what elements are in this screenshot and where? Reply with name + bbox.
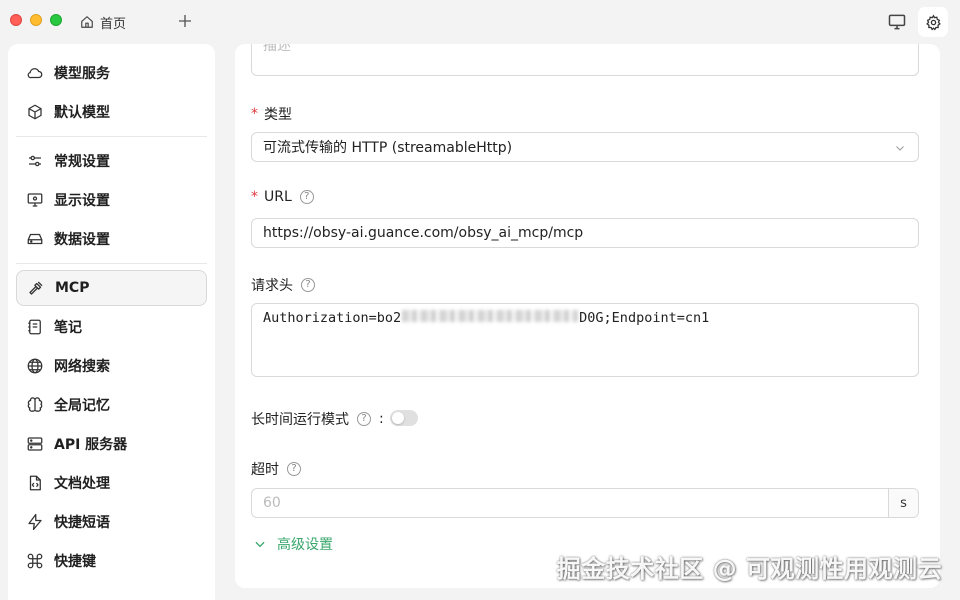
tab-home-label: 首页 xyxy=(100,16,127,32)
url-label-text: URL xyxy=(264,189,292,205)
title-bar: 首页 xyxy=(0,0,960,44)
headers-value-suffix: D0G;Endpoint=cn1 xyxy=(579,310,710,326)
chevron-down-icon xyxy=(255,541,265,548)
timeout-unit: s xyxy=(900,495,907,511)
help-icon[interactable]: ? xyxy=(357,412,371,426)
add-tab-icon[interactable] xyxy=(176,12,194,30)
settings-sidebar: 模型服务 默认模型 常规设置 显示设置 数据设置 MCP 笔记 网络搜索 全局记… xyxy=(8,44,215,600)
tab-home[interactable]: 首页 xyxy=(80,10,126,34)
advanced-settings-label: 高级设置 xyxy=(277,537,333,553)
settings-button[interactable] xyxy=(918,7,948,37)
sidebar-item-general-settings[interactable]: 常规设置 xyxy=(16,143,207,179)
timeout-placeholder: 60 xyxy=(263,495,281,511)
sidebar-item-label: 文档处理 xyxy=(54,476,110,492)
description-field[interactable]: 描述 xyxy=(251,44,919,76)
sidebar-divider xyxy=(16,136,207,137)
sidebar-item-document-processing[interactable]: 文档处理 xyxy=(16,465,207,501)
globe-icon xyxy=(26,357,44,375)
sidebar-item-notes[interactable]: 笔记 xyxy=(16,309,207,345)
timeout-input[interactable]: 60 s xyxy=(251,488,919,518)
sidebar-divider xyxy=(16,263,207,264)
help-icon[interactable]: ? xyxy=(301,278,315,292)
sidebar-item-label: 快捷键 xyxy=(54,554,96,570)
minimize-window-button[interactable] xyxy=(30,14,42,26)
sidebar-item-label: 显示设置 xyxy=(54,193,110,209)
sliders-icon xyxy=(26,152,44,170)
toggle-knob xyxy=(392,412,404,424)
file-code-icon xyxy=(26,474,44,492)
sidebar-item-mcp[interactable]: MCP xyxy=(16,270,207,306)
sidebar-item-label: 默认模型 xyxy=(54,105,110,121)
cube-icon xyxy=(26,103,44,121)
url-input-value: https://obsy-ai.guance.com/obsy_ai_mcp/m… xyxy=(263,225,584,241)
command-icon xyxy=(26,552,44,570)
sidebar-item-label: 模型服务 xyxy=(54,66,110,82)
url-input[interactable]: https://obsy-ai.guance.com/obsy_ai_mcp/m… xyxy=(251,218,919,248)
redacted-token xyxy=(402,310,579,322)
required-mark: * xyxy=(251,106,258,122)
watermark: 掘金技术社区 @ 可观测性用观测云 xyxy=(556,555,942,583)
sidebar-item-model-services[interactable]: 模型服务 xyxy=(16,55,207,91)
server-icon xyxy=(26,435,44,453)
headers-textarea[interactable]: Authorization=bo2 D0G;Endpoint=cn1 xyxy=(251,303,919,377)
gear-icon xyxy=(925,14,941,30)
help-icon[interactable]: ? xyxy=(299,190,314,204)
hammer-icon xyxy=(27,279,45,297)
long-running-label-text: 长时间运行模式 xyxy=(251,412,349,428)
brain-icon xyxy=(26,396,44,414)
sidebar-group-general: 常规设置 显示设置 数据设置 xyxy=(8,143,215,257)
type-select-value: 可流式传输的 HTTP (streamableHttp) xyxy=(263,140,513,156)
sidebar-item-label: 数据设置 xyxy=(54,232,110,248)
sidebar-item-label: 全局记忆 xyxy=(54,398,110,414)
required-mark: * xyxy=(251,189,258,205)
sidebar-item-quick-phrases[interactable]: 快捷短语 xyxy=(16,504,207,540)
advanced-settings-toggle[interactable]: 高级设置 xyxy=(253,534,333,554)
sidebar-item-api-server[interactable]: API 服务器 xyxy=(16,426,207,462)
type-select[interactable]: 可流式传输的 HTTP (streamableHttp) xyxy=(251,132,919,162)
zoom-window-button[interactable] xyxy=(50,14,62,26)
sidebar-item-label: MCP xyxy=(55,280,90,296)
home-icon xyxy=(81,16,93,28)
zap-icon xyxy=(26,513,44,531)
sidebar-group-models: 模型服务 默认模型 xyxy=(8,55,215,130)
sidebar-item-web-search[interactable]: 网络搜索 xyxy=(16,348,207,384)
sidebar-item-display-settings[interactable]: 显示设置 xyxy=(16,182,207,218)
cloud-icon xyxy=(26,64,44,82)
sidebar-item-label: 快捷短语 xyxy=(54,515,110,531)
long-running-toggle[interactable] xyxy=(390,410,418,426)
chevron-down-icon xyxy=(896,146,904,151)
timeout-label-text: 超时 xyxy=(251,462,279,478)
monitor-icon[interactable] xyxy=(887,12,907,32)
notebook-icon xyxy=(26,318,44,336)
sidebar-item-global-memory[interactable]: 全局记忆 xyxy=(16,387,207,423)
close-window-button[interactable] xyxy=(10,14,22,26)
sidebar-item-default-model[interactable]: 默认模型 xyxy=(16,94,207,130)
sidebar-group-tools: MCP 笔记 网络搜索 全局记忆 API 服务器 文档处理 快捷短语 快捷键 xyxy=(8,270,215,579)
sidebar-item-label: API 服务器 xyxy=(54,437,128,453)
headers-label: 请求头 ? xyxy=(251,275,315,295)
sidebar-item-label: 常规设置 xyxy=(54,154,110,170)
sidebar-item-data-settings[interactable]: 数据设置 xyxy=(16,221,207,257)
monitor-settings-icon xyxy=(26,191,44,209)
url-label: * URL ? xyxy=(251,189,314,205)
sidebar-item-label: 笔记 xyxy=(54,320,82,336)
headers-label-text: 请求头 xyxy=(251,278,293,294)
mcp-server-form: 描述 * 类型 可流式传输的 HTTP (streamableHttp) * U… xyxy=(235,44,940,588)
type-label-text: 类型 xyxy=(264,107,292,123)
sidebar-item-shortcuts[interactable]: 快捷键 xyxy=(16,543,207,579)
help-icon[interactable]: ? xyxy=(287,462,301,476)
long-running-colon: : xyxy=(379,411,384,427)
timeout-label: 超时 ? xyxy=(251,459,301,479)
headers-value-prefix: Authorization=bo2 xyxy=(263,310,402,326)
timeout-unit-suffix: s xyxy=(888,489,918,517)
sidebar-item-label: 网络搜索 xyxy=(54,359,110,375)
description-placeholder: 描述 xyxy=(263,44,291,54)
long-running-label: 长时间运行模式 ? : xyxy=(251,409,384,429)
hard-drive-icon xyxy=(26,230,44,248)
type-label: * 类型 xyxy=(251,104,292,124)
